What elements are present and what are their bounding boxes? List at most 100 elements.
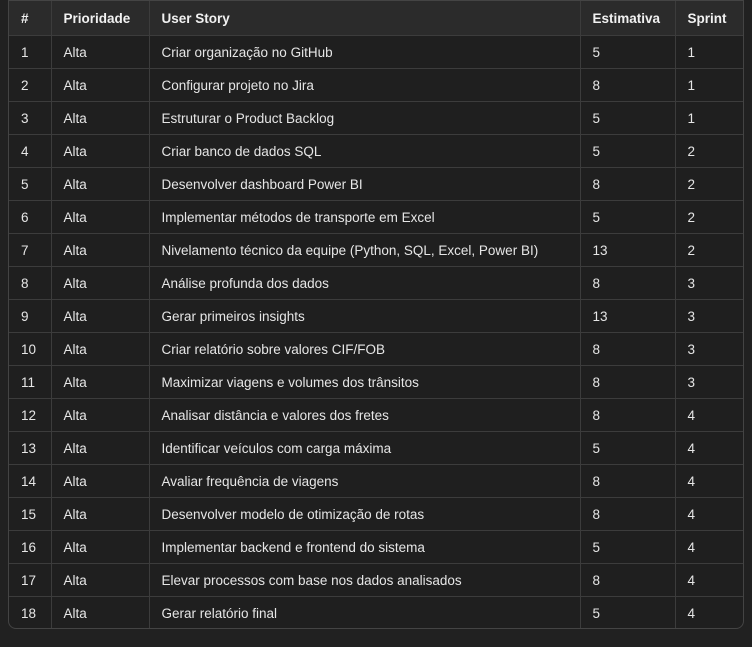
table-row: 7 Alta Nivelamento técnico da equipe (Pyth… [9,233,743,267]
cell-number: 6 [9,200,52,234]
cell-estimate: 8 [580,497,676,531]
cell-sprint: 3 [675,266,743,300]
backlog-table-container: # Prioridade User Story Estimativa Sprin… [8,0,744,629]
cell-priority: Alta [51,563,150,597]
cell-user-story: Elevar processos com base nos dados anal… [149,563,581,597]
header-user-story: User Story [149,1,581,36]
cell-estimate: 5 [580,596,676,628]
cell-number: 7 [9,233,52,267]
cell-sprint: 1 [675,101,743,135]
cell-sprint: 2 [675,233,743,267]
cell-number: 2 [9,68,52,102]
cell-priority: Alta [51,200,150,234]
cell-user-story: Desenvolver modelo de otimização de rota… [149,497,581,531]
table-row: 12 Alta Analisar distância e valores dos f… [9,398,743,432]
cell-priority: Alta [51,299,150,333]
table-row: 4 Alta Criar banco de dados SQL 5 2 [9,134,743,168]
cell-priority: Alta [51,365,150,399]
cell-estimate: 8 [580,563,676,597]
cell-sprint: 4 [687,605,696,621]
cell-user-story: Gerar relatório final [149,596,581,628]
table-body: 1 Alta Criar organização no GitHub 5 1 2 Alta C… [9,35,743,628]
cell-user-story: Análise profunda dos dados [149,266,581,300]
cell-estimate: 13 [580,233,676,267]
cell-priority: Alta [51,332,150,366]
cell-sprint: 4 [675,464,743,498]
table-row: 16 Alta Implementar backend e frontend do … [9,530,743,564]
cell-number: 8 [9,266,52,300]
cell-number: 14 [9,464,52,498]
cell-number: 5 [9,167,52,201]
table-row: 14 Alta Avaliar frequência de viagens 8 4 [9,464,743,498]
cell-estimate: 8 [580,68,676,102]
cell-user-story: Desenvolver dashboard Power BI [149,167,581,201]
header-sprint: Sprint [675,1,743,36]
cell-sprint: 3 [675,365,743,399]
table-row: 9 Alta Gerar primeiros insights 13 3 [9,299,743,333]
cell-priority: Alta [51,167,150,201]
cell-priority: Alta [51,530,150,564]
cell-priority: Alta [51,233,150,267]
cell-estimate: 5 [580,200,676,234]
table-row: 5 Alta Desenvolver dashboard Power BI 8 2 [9,167,743,201]
cell-priority: Alta [51,134,150,168]
cell-sprint: 4 [675,497,743,531]
cell-user-story: Identificar veículos com carga máxima [149,431,581,465]
cell-priority: Alta [51,497,150,531]
cell-estimate: 8 [580,398,676,432]
cell-user-story: Avaliar frequência de viagens [149,464,581,498]
cell-sprint: 4 [675,398,743,432]
cell-priority: Alta [51,398,150,432]
cell-estimate: 5 [580,35,676,69]
table-row: 13 Alta Identificar veículos com carga máx… [9,431,743,465]
cell-priority: Alta [51,266,150,300]
cell-number: 1 [9,35,52,69]
cell-number: 3 [9,101,52,135]
table-row: 1 Alta Criar organização no GitHub 5 1 [9,35,743,69]
cell-user-story: Criar organização no GitHub [149,35,581,69]
table-row: 11 Alta Maximizar viagens e volumes dos tr… [9,365,743,399]
cell-number: 11 [9,365,52,399]
cell-estimate: 8 [580,167,676,201]
cell-estimate: 13 [580,299,676,333]
cell-estimate: 5 [580,530,676,564]
cell-user-story: Criar banco de dados SQL [149,134,581,168]
cell-sprint: 3 [675,332,743,366]
cell-user-story: Implementar métodos de transporte em Exc… [149,200,581,234]
cell-priority: Alta [51,596,150,628]
cell-priority: Alta [51,35,150,69]
cell-user-story: Implementar backend e frontend do sistem… [149,530,581,564]
table-row: 3 Alta Estruturar o Product Backlog 5 1 [9,101,743,135]
cell-number: 15 [9,497,52,531]
cell-user-story: Configurar projeto no Jira [149,68,581,102]
table-row: 17 Alta Elevar processos com base nos dado… [9,563,743,597]
cell-sprint: 4 [675,563,743,597]
cell-user-story: Analisar distância e valores dos fretes [149,398,581,432]
header-priority: Prioridade [51,1,150,36]
table-row: 8 Alta Análise profunda dos dados 8 3 [9,266,743,300]
cell-estimate: 8 [580,266,676,300]
header-estimate: Estimativa [580,1,676,36]
cell-sprint: 4 [675,431,743,465]
cell-estimate: 8 [580,365,676,399]
header-number: # [9,1,52,36]
backlog-table: # Prioridade User Story Estimativa Sprin… [9,1,743,628]
table-header-row: # Prioridade User Story Estimativa Sprin… [9,1,743,36]
cell-estimate: 5 [580,134,676,168]
cell-user-story: Nivelamento técnico da equipe (Python, S… [149,233,581,267]
cell-number: 12 [9,398,52,432]
cell-number: 13 [9,431,52,465]
table-row: 18 Alta Gerar relatório final 5 4 [9,596,743,628]
cell-priority: Alta [51,464,150,498]
cell-number: 17 [9,563,52,597]
cell-user-story: Estruturar o Product Backlog [149,101,581,135]
cell-number: 16 [9,530,52,564]
cell-sprint: 1 [675,68,743,102]
cell-sprint: 2 [675,167,743,201]
cell-sprint: 1 [675,35,743,69]
cell-number: 9 [9,299,52,333]
cell-estimate: 5 [580,101,676,135]
cell-sprint: 2 [675,200,743,234]
cell-sprint: 3 [675,299,743,333]
cell-sprint: 2 [675,134,743,168]
